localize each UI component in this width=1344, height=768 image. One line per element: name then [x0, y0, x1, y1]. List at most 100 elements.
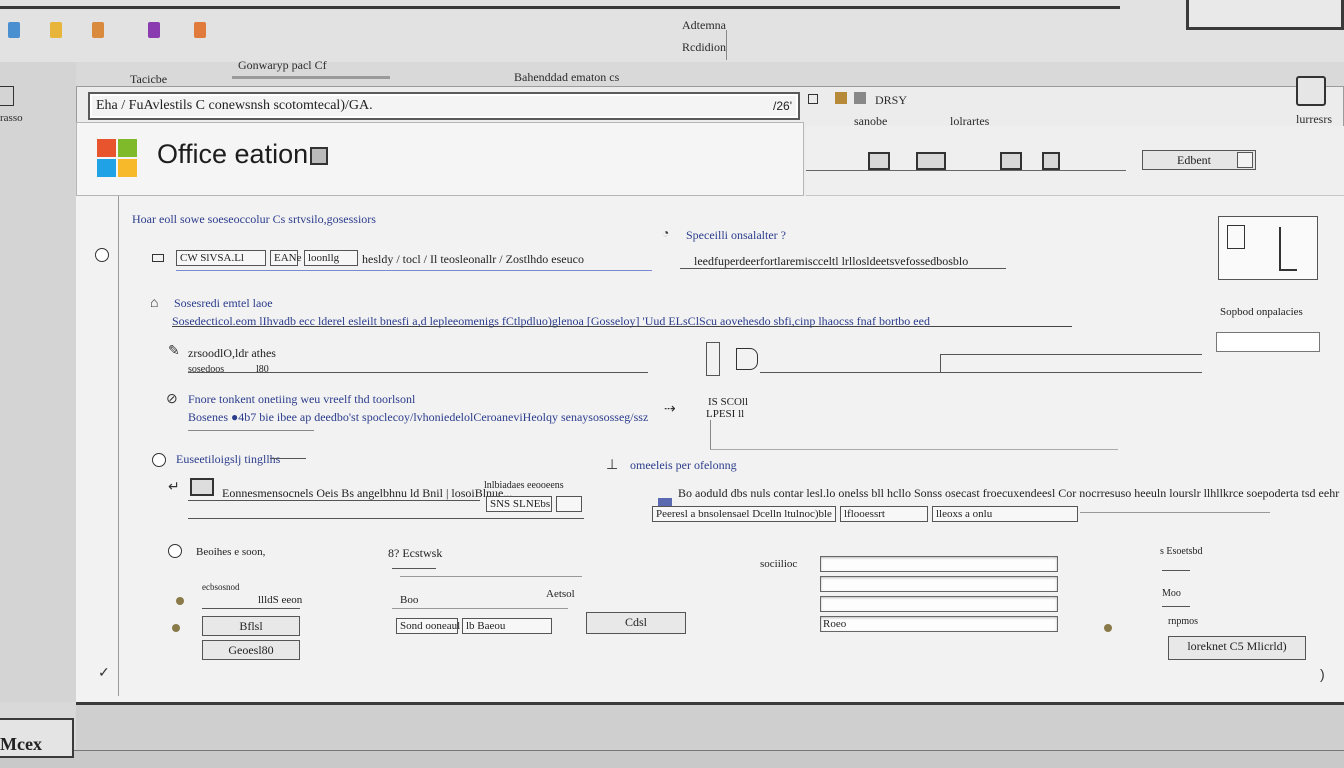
form-field-4[interactable]: Roeo: [820, 616, 1058, 632]
folder-open-icon[interactable]: [916, 152, 946, 170]
pen-icon[interactable]: [1296, 76, 1326, 106]
row5-right-box-1[interactable]: Peeresl a bnsolensael Dcelln ltulnoc)ble: [652, 506, 836, 522]
panel-toggle-icon[interactable]: [0, 86, 14, 106]
toolbar-rule: [806, 170, 1126, 171]
form-dot-3: [1104, 624, 1112, 632]
image-icon: [1227, 225, 1245, 249]
row5-box[interactable]: SNS SLNEbs: [486, 496, 552, 512]
scroll-indicator-icon[interactable]: ): [1320, 666, 1325, 682]
left-label: rasso: [0, 112, 23, 124]
form-field-2[interactable]: [820, 576, 1058, 592]
row5-right-box-3[interactable]: lleoxs a onlu: [932, 506, 1078, 522]
palette-icon[interactable]: [8, 22, 20, 38]
chair-icon: [1279, 227, 1297, 271]
section-heading: Hoar eoll sowe soeseoccolur Cs srtvsilo,…: [132, 212, 376, 226]
form-label-1: Beoihes e soon,: [196, 546, 266, 558]
preview-thumbnail[interactable]: [1218, 216, 1318, 280]
form-button-3[interactable]: Cdsl: [586, 612, 686, 634]
calendar-icon[interactable]: [190, 478, 214, 496]
row5-rule-1: [188, 500, 480, 501]
edit-icon[interactable]: ✎: [168, 342, 180, 359]
form-mid-rule-3: [392, 608, 568, 609]
purple-app-icon[interactable]: [148, 22, 160, 38]
address-text: Eha / FuAvlestils C conewsnsh scotomteca…: [96, 98, 373, 113]
form-label-3: llldS eeon: [258, 594, 303, 606]
row5-right-box-2[interactable]: lflooessrt: [840, 506, 928, 522]
row4-rule: [188, 430, 314, 431]
toolbar-icons-row: DRSY: [808, 92, 907, 108]
preview-input[interactable]: [1216, 332, 1320, 352]
dropdown-icon[interactable]: [1237, 152, 1253, 168]
right-toolbar: Edbent: [806, 126, 1344, 196]
row3-rule: [188, 372, 648, 373]
folder-icon[interactable]: [50, 22, 62, 38]
form-field-1[interactable]: [820, 556, 1058, 572]
row5-text: Eonnesmensocnels Oeis Bs angelbhnu ld Bn…: [222, 486, 513, 500]
center-label: Bahenddad ematon cs: [514, 70, 620, 84]
form-mid-rule-2: [400, 576, 582, 577]
pin-icon: ⊥: [606, 456, 619, 472]
form-button-1[interactable]: Bflsl: [202, 616, 300, 636]
edit-select[interactable]: Edbent: [1142, 150, 1256, 170]
row5-right-text: Bo aoduld dbs nuls contar lesl.lo onelss…: [678, 486, 1340, 500]
row3-right-rule: [760, 372, 1202, 373]
row3-sub2: l80: [256, 364, 269, 375]
row5-box-arrow[interactable]: [556, 496, 582, 512]
row3-sub: sosedoos: [188, 364, 225, 375]
corner-label-box[interactable]: Mcex: [0, 718, 74, 758]
menu-label[interactable]: Gonwaryp pacl Cf: [238, 58, 327, 73]
form-dot-1: [176, 597, 184, 605]
form-rule-1: [202, 608, 300, 609]
row1-checkbox[interactable]: [152, 254, 164, 262]
document-icon[interactable]: [868, 152, 890, 170]
link-icon[interactable]: ⊘: [166, 390, 178, 407]
form-field-3[interactable]: [820, 596, 1058, 612]
lamp-icon: [706, 342, 720, 376]
title-right-sub: Rcdidion: [682, 40, 726, 54]
share-icon[interactable]: [1000, 152, 1022, 170]
row1-box-2[interactable]: EANe: [270, 250, 302, 266]
radio-option-2[interactable]: [152, 453, 166, 467]
form-right-label-1: s Esoetsbd: [1160, 546, 1203, 557]
divider: [726, 30, 727, 60]
caret-icon[interactable]: [310, 147, 329, 165]
radio-option-1[interactable]: [95, 248, 109, 262]
brand-bar: Office eation: [76, 122, 804, 196]
preview-label: Sopbod onpalacies: [1220, 306, 1303, 318]
top-right-panel: [1186, 0, 1344, 30]
form-mid-rule-1: [392, 568, 436, 569]
title-right: Adtemna: [682, 18, 726, 32]
left-tab-label[interactable]: Tacicbe: [130, 72, 167, 87]
form-mid-box-1[interactable]: Sond ooneaul: [396, 618, 460, 634]
row1-text: hesldy / tocl / Il teosleonallr / Zostlh…: [362, 252, 584, 266]
form-mid-box-2[interactable]: lb Baeou: [462, 618, 552, 634]
row4-right2: LPESI ll: [706, 408, 745, 420]
right-heading: Speceilli onsalalter ?: [686, 228, 786, 242]
left-rail: [0, 62, 76, 702]
row2-label: Sosesredi emtel laoe: [174, 296, 273, 310]
row4-text: Bosenes ●4b7 bie ibee ap deedbo'st spocl…: [188, 410, 649, 424]
paint-icon[interactable]: [92, 22, 104, 38]
toolbar-right-label: lurresrs: [1296, 112, 1332, 126]
form-button-2[interactable]: Geoesl80: [202, 640, 300, 660]
menu-underline: [232, 76, 390, 79]
form-right-rule-2: [1162, 606, 1190, 607]
top-divider: [0, 6, 1120, 9]
row3-input[interactable]: [940, 354, 1202, 372]
stamp-icon[interactable]: [1042, 152, 1060, 170]
form-mid-label-2: Boo: [400, 594, 419, 606]
row1-underline: [176, 270, 652, 271]
radio-option-3[interactable]: [168, 544, 182, 558]
form-right-label-4: rnpmos: [1168, 616, 1198, 627]
row1-right-text: leedfuperdeerfortlaremiscceltl lrlloslde…: [694, 254, 969, 268]
office-logo: [97, 139, 137, 177]
arrow-right-icon: ⇢: [664, 400, 676, 416]
row1-box-3[interactable]: loonllg: [304, 250, 358, 266]
ok-button[interactable]: loreknet C5 Mlicrld): [1168, 636, 1306, 660]
bell-icon: ⌂: [150, 294, 159, 310]
row1-box-1[interactable]: CW SlVSA.Ll: [176, 250, 266, 266]
address-bar[interactable]: Eha / FuAvlestils C conewsnsh scotomteca…: [88, 92, 800, 120]
form-right-rule-1: [1162, 570, 1190, 571]
brush-icon[interactable]: [194, 22, 206, 38]
form-mid-label-1: 8? Ecstwsk: [388, 546, 443, 560]
